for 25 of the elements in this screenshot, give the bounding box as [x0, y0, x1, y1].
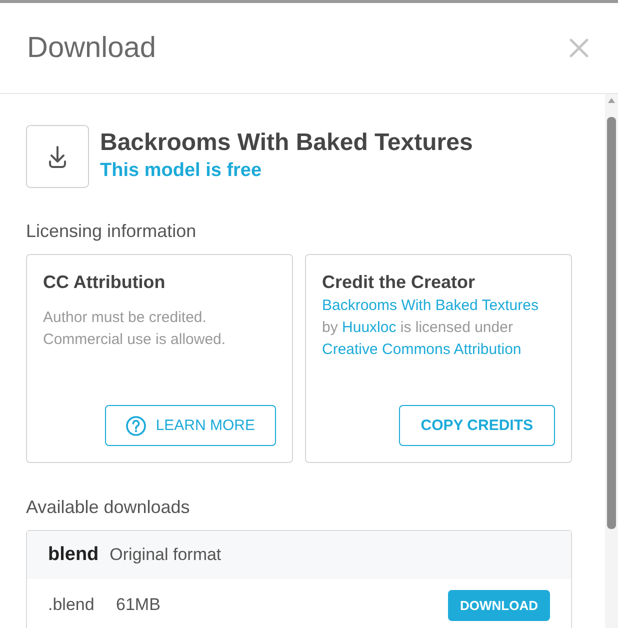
close-button[interactable] [569, 38, 589, 58]
download-icon [26, 125, 89, 188]
card-description: Author must be credited. Commercial use is allowed. [43, 308, 227, 350]
file-extension: .blend [48, 595, 96, 615]
learn-more-button[interactable]: LEARN MORE [104, 405, 276, 446]
scroll-up-arrow-icon[interactable] [608, 98, 615, 103]
license-link[interactable]: Creative Commons Attribution [322, 341, 522, 358]
credit-text: Backrooms With Baked Textures by Huuxloc is licensed under Creative Commons Attribution [322, 296, 540, 360]
format-name: blend [48, 544, 99, 566]
card-title: Credit the Creator [322, 271, 476, 294]
model-title: Backrooms With Baked Textures [100, 128, 473, 158]
dialog-title: Download [27, 32, 156, 64]
card-title: CC Attribution [43, 271, 166, 294]
help-icon [126, 416, 146, 436]
copy-credits-button[interactable]: COPY CREDITS [398, 405, 555, 446]
close-icon [569, 38, 589, 58]
section-heading: Available downloads [26, 496, 191, 519]
section-heading: Licensing information [26, 220, 198, 243]
author-link[interactable]: Huuxloc [342, 319, 396, 336]
price-note: This model is free [100, 159, 263, 183]
download-button[interactable]: DOWNLOAD [448, 590, 550, 620]
scrollbar-thumb[interactable] [607, 117, 616, 529]
file-size: 61MB [116, 595, 162, 615]
title-link[interactable]: Backrooms With Baked Textures [322, 297, 538, 314]
format-description: Original format [110, 545, 222, 565]
